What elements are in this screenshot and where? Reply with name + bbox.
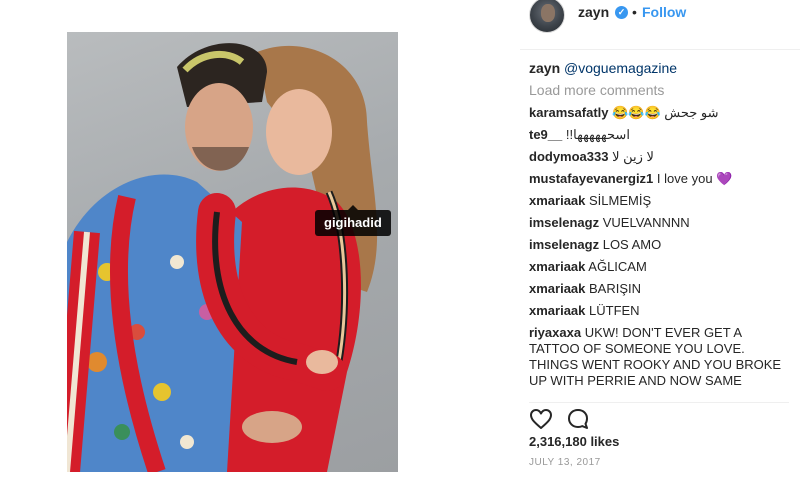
post-sidebar: zayn ✓ • Follow zayn @voguemagazine Load… [520,0,800,487]
photo-illustration [67,43,378,472]
comment: dodymoa333 لا زين لا [529,149,795,165]
comment: imselenagz VUELVANNNN [529,215,795,231]
comment-text: VUELVANNNN [602,215,690,230]
photo-pane: gigihadid [0,0,520,487]
comment-icon[interactable] [566,407,590,431]
caption-mention[interactable]: @voguemagazine [564,60,677,76]
comment-username[interactable]: imselenagz [529,215,599,230]
post-header: zayn ✓ • Follow [520,0,800,50]
comment-username[interactable]: imselenagz [529,237,599,252]
comment-text: LOS AMO [602,237,662,252]
comment: xmariaak SİLMEMİŞ [529,193,795,209]
comment-text: لا زين لا [612,149,654,164]
comment: riyaxaxa UKW! DON'T EVER GET A TATTOO OF… [529,325,795,385]
post-photo[interactable]: gigihadid [67,32,398,472]
author-username[interactable]: zayn [578,4,609,20]
photo-tag[interactable]: gigihadid [315,205,391,236]
comment-text: AĞLICAM [588,259,647,274]
comments-list: zayn @voguemagazine Load more comments k… [529,60,795,391]
comment-text: SİLMEMİŞ [589,193,652,208]
comment: mustafayevanergiz1 I love you 💜 [529,171,795,187]
follow-button[interactable]: Follow [642,4,686,20]
comment: xmariaak AĞLICAM [529,259,795,275]
comment: te9__ !!اسحههههها [529,127,795,143]
comment-username[interactable]: xmariaak [529,303,585,318]
comment-username[interactable]: xmariaak [529,281,585,296]
load-more-comments-link[interactable]: Load more comments [529,82,795,99]
comment-username[interactable]: mustafayevanergiz1 [529,171,653,186]
comment-text: BARIŞIN [589,281,642,296]
comment-username[interactable]: dodymoa333 [529,149,608,164]
header-separator: • [632,4,637,20]
comment-username[interactable]: riyaxaxa [529,325,581,340]
comment: karamsafatly 😂😂😂 شو جحش [529,105,795,121]
comment-username[interactable]: xmariaak [529,259,585,274]
verified-badge-icon: ✓ [615,6,628,19]
comment-username[interactable]: te9__ [529,127,562,142]
post-actions [529,402,789,430]
post-date[interactable]: JULY 13, 2017 [529,457,601,468]
comment: imselenagz LOS AMO [529,237,795,253]
comment-username[interactable]: xmariaak [529,193,585,208]
avatar[interactable] [529,0,565,33]
likes-count[interactable]: 2,316,180 likes [529,434,619,449]
comment: xmariaak BARIŞIN [529,281,795,297]
comment-username[interactable]: karamsafatly [529,105,609,120]
comment-text: !!اسحههههها [565,127,630,142]
caption-username[interactable]: zayn [529,60,560,76]
comment-text: 😂😂😂 شو جحش [612,105,719,120]
heart-icon[interactable] [529,407,553,431]
post-caption: zayn @voguemagazine [529,60,795,77]
comment-text: I love you 💜 [656,171,733,186]
comment: xmariaak LÜTFEN [529,303,795,319]
comment-text: LÜTFEN [589,303,640,318]
